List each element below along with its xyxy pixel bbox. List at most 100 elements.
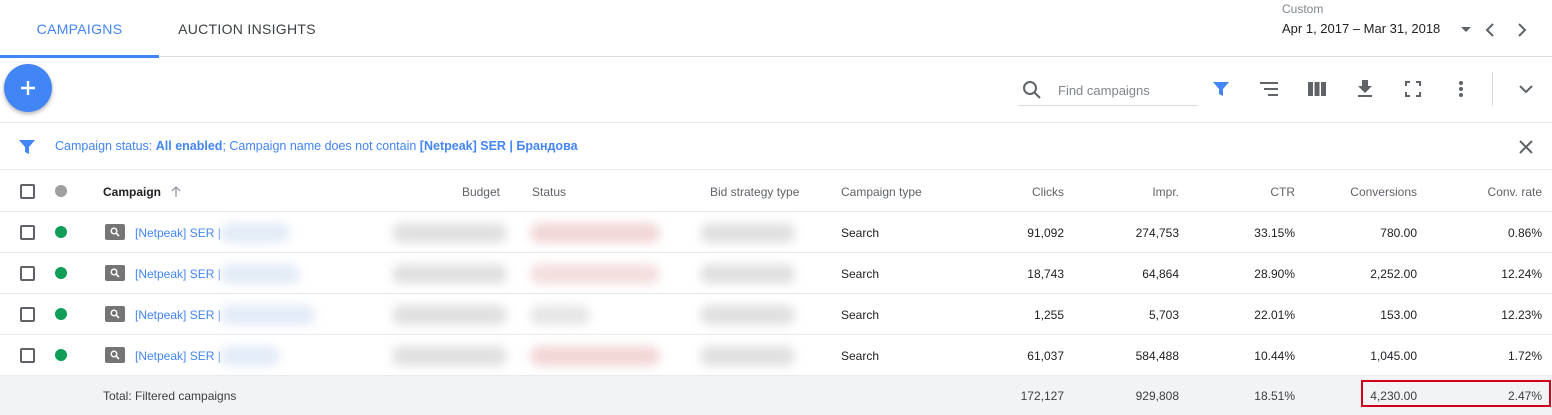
date-dropdown-arrow-icon[interactable] xyxy=(1461,27,1471,32)
impr-cell: 584,488 xyxy=(1135,348,1179,363)
tab-campaigns[interactable]: CAMPAIGNS xyxy=(0,0,159,58)
find-campaigns-search[interactable] xyxy=(1018,72,1198,106)
download-button[interactable] xyxy=(1353,77,1377,101)
campaign-name-link[interactable]: [Netpeak] SER | xyxy=(135,294,221,335)
conv-rate-cell: 1.72% xyxy=(1507,348,1542,363)
campaign-name-link[interactable]: [Netpeak] SER | xyxy=(135,335,221,376)
tab-campaigns-label: CAMPAIGNS xyxy=(36,20,123,37)
conversions-cell: 2,252.00 xyxy=(1370,266,1417,281)
redacted-status xyxy=(530,346,660,366)
total-clicks: 172,127 xyxy=(1020,389,1064,403)
search-icon xyxy=(1023,81,1041,99)
conv-rate-cell: 12.24% xyxy=(1501,266,1542,281)
date-range-selector[interactable]: Custom Apr 1, 2017 – Mar 31, 2018 xyxy=(1282,0,1472,45)
sort-arrow-up-icon xyxy=(171,185,181,197)
campaign-type-cell: Search xyxy=(841,307,880,322)
clicks-cell: 18,743 xyxy=(1027,266,1064,281)
filter-name-value: [Netpeak] SER | Брандова xyxy=(419,139,578,153)
conversions-cell: 1,045.00 xyxy=(1370,348,1417,363)
column-header-status[interactable]: Status xyxy=(532,171,566,212)
table-row: [Netpeak] SER | Search 61,037 584,488 10… xyxy=(0,335,1552,376)
tab-auction-insights-label: AUCTION INSIGHTS xyxy=(178,20,316,37)
add-campaign-button[interactable] xyxy=(4,64,52,112)
redacted-budget xyxy=(392,223,507,243)
enabled-status-dot xyxy=(55,267,67,279)
table-row: [Netpeak] SER | Search 1,255 5,703 22.01… xyxy=(0,294,1552,335)
clicks-cell: 1,255 xyxy=(1033,307,1064,322)
date-range-label: Custom xyxy=(1282,2,1324,16)
conv-rate-cell: 0.86% xyxy=(1507,225,1542,240)
chevron-down-icon xyxy=(1519,84,1533,93)
next-period-chevron-right-icon[interactable] xyxy=(1512,20,1532,40)
column-header-bid-strategy-type[interactable]: Bid strategy type xyxy=(710,171,799,212)
campaign-type-cell: Search xyxy=(841,348,880,363)
redacted-campaign-name xyxy=(220,346,280,366)
active-tab-indicator xyxy=(0,55,159,58)
columns-icon xyxy=(1308,82,1326,96)
select-all-checkbox[interactable] xyxy=(20,184,35,199)
row-checkbox[interactable] xyxy=(20,266,35,281)
status-column-dot xyxy=(55,185,67,197)
filter-description[interactable]: Campaign status: All enabled; Campaign n… xyxy=(55,139,578,153)
ctr-cell: 28.90% xyxy=(1254,266,1295,281)
download-icon xyxy=(1358,80,1372,97)
clicks-cell: 61,037 xyxy=(1027,348,1064,363)
filter-icon xyxy=(1213,82,1229,96)
ctr-cell: 33.15% xyxy=(1254,225,1295,240)
campaign-name-link[interactable]: [Netpeak] SER | xyxy=(135,212,221,253)
redacted-campaign-name xyxy=(220,264,300,284)
ctr-cell: 22.01% xyxy=(1254,307,1295,322)
redacted-status xyxy=(530,305,590,325)
campaign-name-link[interactable]: [Netpeak] SER | xyxy=(135,253,221,294)
previous-period-chevron-left-icon[interactable] xyxy=(1480,20,1500,40)
column-header-clicks[interactable]: Clicks xyxy=(964,171,1064,212)
row-checkbox[interactable] xyxy=(20,225,35,240)
redacted-budget xyxy=(392,264,507,284)
column-header-conversions[interactable]: Conversions xyxy=(1297,171,1417,212)
impr-cell: 64,864 xyxy=(1142,266,1179,281)
column-header-conv-rate[interactable]: Conv. rate xyxy=(1422,171,1542,212)
redacted-status xyxy=(530,223,660,243)
highlight-box xyxy=(1361,380,1551,407)
row-checkbox[interactable] xyxy=(20,307,35,322)
table-row: [Netpeak] SER | Search 18,743 64,864 28.… xyxy=(0,253,1552,294)
filter-status-value: All enabled xyxy=(155,139,223,153)
fullscreen-button[interactable] xyxy=(1401,77,1425,101)
table-row: [Netpeak] SER | Search 91,092 274,753 33… xyxy=(0,212,1552,253)
row-checkbox[interactable] xyxy=(20,348,35,363)
column-header-budget[interactable]: Budget xyxy=(400,171,500,212)
enabled-status-dot xyxy=(55,308,67,320)
enabled-status-dot xyxy=(55,226,67,238)
search-input[interactable] xyxy=(1058,80,1196,100)
total-ctr: 18.51% xyxy=(1254,389,1295,403)
clicks-cell: 91,092 xyxy=(1027,225,1064,240)
enabled-status-dot xyxy=(55,349,67,361)
search-campaign-icon xyxy=(105,265,125,281)
clear-filter-button[interactable] xyxy=(1516,137,1536,157)
top-tab-bar: CAMPAIGNS AUCTION INSIGHTS Custom Apr 1,… xyxy=(0,0,1552,58)
fullscreen-icon xyxy=(1405,81,1421,97)
search-campaign-icon xyxy=(105,224,125,240)
toolbar-divider xyxy=(1492,72,1493,106)
table-header-row: Campaign Budget Status Bid strategy type… xyxy=(0,171,1552,212)
redacted-budget xyxy=(392,305,507,325)
total-label: Total: Filtered campaigns xyxy=(103,389,237,403)
columns-button[interactable] xyxy=(1305,77,1329,101)
redacted-bid-strategy xyxy=(700,346,795,366)
more-vert-icon xyxy=(1459,81,1463,97)
search-campaign-icon xyxy=(105,306,125,322)
filter-name-condition: ; Campaign name does not contain xyxy=(222,139,420,153)
campaign-type-cell: Search xyxy=(841,266,880,281)
tab-auction-insights[interactable]: AUCTION INSIGHTS xyxy=(159,0,335,57)
segment-button[interactable] xyxy=(1257,77,1281,101)
column-header-ctr[interactable]: CTR xyxy=(1195,171,1295,212)
date-range-value: Apr 1, 2017 – Mar 31, 2018 xyxy=(1282,21,1441,36)
close-icon xyxy=(1519,140,1533,154)
redacted-campaign-name xyxy=(220,305,315,325)
column-header-campaign-type[interactable]: Campaign type xyxy=(841,171,922,212)
column-header-impr[interactable]: Impr. xyxy=(1079,171,1179,212)
column-header-campaign[interactable]: Campaign xyxy=(103,171,181,212)
filter-button[interactable] xyxy=(1209,77,1233,101)
more-options-button[interactable] xyxy=(1449,77,1473,101)
collapse-toolbar-button[interactable] xyxy=(1514,77,1538,101)
